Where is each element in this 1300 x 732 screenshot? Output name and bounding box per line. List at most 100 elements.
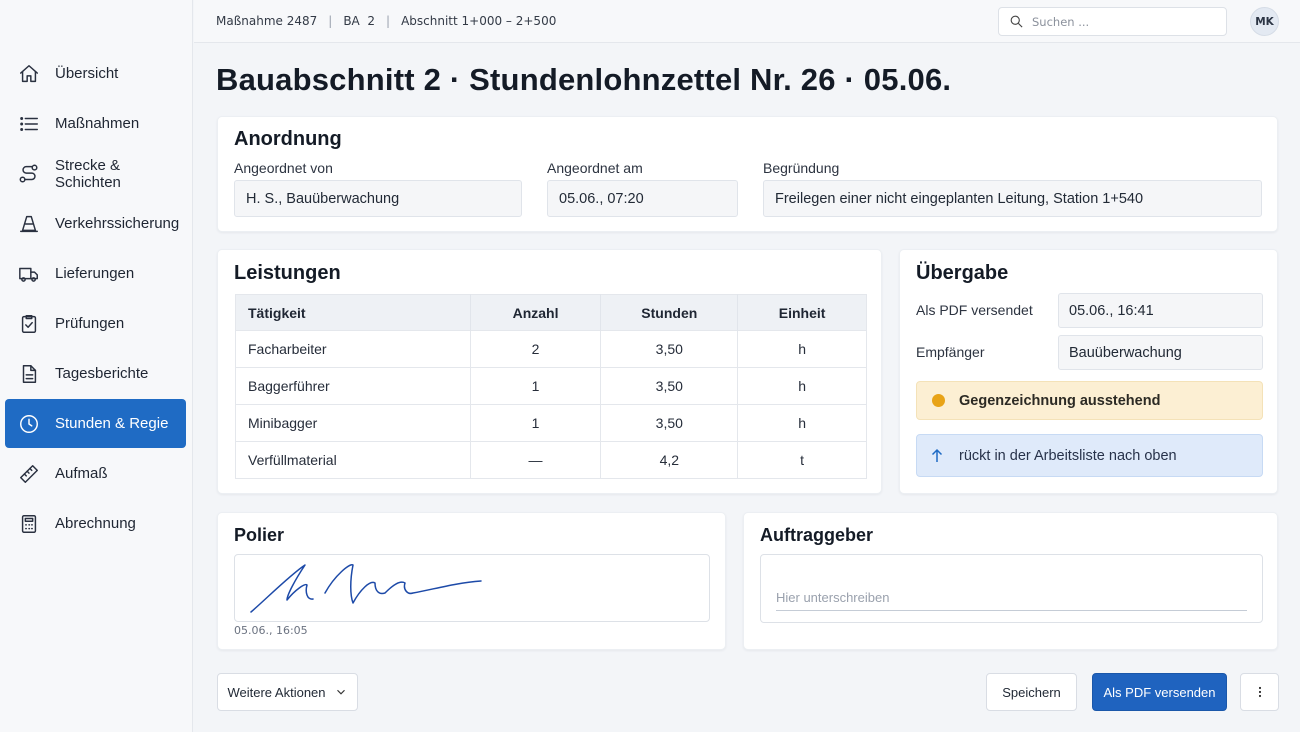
page-title: Bauabschnitt 2 · Stundenlohnzettel Nr. 2… <box>216 62 952 97</box>
leistungen-card: Leistungen Tätigkeit Anzahl Stunden Einh… <box>217 249 882 494</box>
chevron-down-icon <box>336 689 345 695</box>
table-cell: — <box>470 441 602 479</box>
breadcrumb-separator: | <box>386 14 391 28</box>
signature-image <box>250 564 482 613</box>
sidebar-item-verkehrssicherung[interactable]: Verkehrssicherung <box>5 199 186 248</box>
table-cell: t <box>737 441 867 479</box>
table-cell: Facharbeiter <box>235 330 471 368</box>
more-actions-button[interactable]: Weitere Aktionen <box>217 673 358 711</box>
breadcrumb-massnahme[interactable]: Maßnahme 2487 <box>216 14 317 28</box>
polier-card: Polier 05.06., 16:05 <box>217 512 726 650</box>
sidebar-item-stunden-regie[interactable]: Stunden & Regie <box>5 399 186 448</box>
angeordnet-von-label: Angeordnet von <box>234 160 333 176</box>
auftraggeber-card: Auftraggeber Hier unterschreiben <box>743 512 1278 650</box>
table-row[interactable]: Minibagger 1 3,50 h <box>235 404 867 442</box>
table-cell: 1 <box>470 404 602 442</box>
breadcrumb-abschnitt[interactable]: Abschnitt 1+000 – 2+500 <box>401 14 556 28</box>
table-header-row: Tätigkeit Anzahl Stunden Einheit <box>235 294 867 331</box>
angeordnet-am-label: Angeordnet am <box>547 160 643 176</box>
sidebar-item-label: Prüfungen <box>55 315 125 332</box>
sidebar-item-label: Maßnahmen <box>55 115 140 132</box>
table-cell: 4,2 <box>600 441 739 479</box>
table-cell: Baggerführer <box>235 367 471 405</box>
table-cell: 1 <box>470 367 602 405</box>
leistungen-table: Tätigkeit Anzahl Stunden Einheit Facharb… <box>235 294 867 479</box>
overflow-menu-button[interactable] <box>1240 673 1279 711</box>
signature-line <box>776 610 1247 611</box>
table-cell: Minibagger <box>235 404 471 442</box>
save-button[interactable]: Speichern <box>986 673 1077 711</box>
sidebar-item-label: Aufmaß <box>55 465 108 482</box>
table-cell: 3,50 <box>600 367 739 405</box>
traffic-cone-icon <box>18 213 40 235</box>
column-header-einheit[interactable]: Einheit <box>737 294 867 331</box>
status-badge-gegenzeichnung: Gegenzeichnung ausstehend <box>916 381 1263 420</box>
angeordnet-am-field[interactable]: 05.06., 07:20 <box>547 180 738 217</box>
angeordnet-von-field[interactable]: H. S., Bauüberwachung <box>234 180 522 217</box>
column-header-anzahl[interactable]: Anzahl <box>470 294 602 331</box>
send-pdf-button[interactable]: Als PDF versenden <box>1092 673 1227 711</box>
clock-icon <box>18 413 40 435</box>
sidebar-item-label: Verkehrssicherung <box>55 215 180 232</box>
clipboard-check-icon <box>18 313 40 335</box>
breadcrumb-ba[interactable]: BA 2 <box>343 14 375 28</box>
ruler-icon <box>18 463 40 485</box>
anordnung-title: Anordnung <box>234 128 342 150</box>
sidebar-item-label: Lieferungen <box>55 265 135 282</box>
table-cell: h <box>737 367 867 405</box>
leistungen-title: Leistungen <box>234 262 341 284</box>
status-warn-text: Gegenzeichnung ausstehend <box>959 392 1161 409</box>
table-row[interactable]: Baggerführer 1 3,50 h <box>235 367 867 405</box>
more-actions-label: Weitere Aktionen <box>227 684 326 700</box>
auftraggeber-signature-field[interactable]: Hier unterschreiben <box>760 554 1263 623</box>
document-icon <box>18 363 40 385</box>
empfaenger-label: Empfänger <box>916 344 985 360</box>
table-cell: h <box>737 330 867 368</box>
table-cell: 3,50 <box>600 330 739 368</box>
status-info-text: rückt in der Arbeitsliste nach oben <box>959 447 1177 464</box>
list-icon <box>18 113 40 135</box>
sidebar-item-uebersicht[interactable]: Übersicht <box>5 49 186 98</box>
column-header-taetigkeit[interactable]: Tätigkeit <box>235 294 471 331</box>
table-row[interactable]: Verfüllmaterial — 4,2 t <box>235 441 867 479</box>
calculator-icon <box>18 513 40 535</box>
topbar: Maßnahme 2487 | BA 2 | Abschnitt 1+000 –… <box>194 0 1300 43</box>
sidebar-item-abrechnung[interactable]: Abrechnung <box>5 499 186 548</box>
signature-placeholder: Hier unterschreiben <box>776 590 890 605</box>
sidebar-item-label: Übersicht <box>55 65 119 82</box>
more-vertical-icon <box>1258 686 1261 698</box>
table-cell: h <box>737 404 867 442</box>
column-header-stunden[interactable]: Stunden <box>600 294 739 331</box>
polier-title: Polier <box>234 525 285 545</box>
polier-signature-field[interactable] <box>234 554 710 622</box>
sidebar-item-strecke[interactable]: Strecke & Schichten <box>5 149 186 198</box>
sidebar-item-label: Abrechnung <box>55 515 136 532</box>
home-icon <box>18 63 40 85</box>
auftraggeber-title: Auftraggeber <box>760 525 874 545</box>
empfaenger-field[interactable]: Bauüberwachung <box>1058 335 1263 370</box>
pdf-versendet-field[interactable]: 05.06., 16:41 <box>1058 293 1263 328</box>
sidebar-item-label: Strecke & Schichten <box>55 156 121 191</box>
uebergabe-title: Übergabe <box>916 262 1009 284</box>
search-input[interactable] <box>1032 14 1212 29</box>
sidebar-item-label: Stunden & Regie <box>55 415 169 432</box>
sidebar-item-tagesberichte[interactable]: Tagesberichte <box>5 349 186 398</box>
warning-dot-icon <box>932 394 945 407</box>
begruendung-field[interactable]: Freilegen einer nicht eingeplanten Leitu… <box>763 180 1262 217</box>
sidebar-item-pruefungen[interactable]: Prüfungen <box>5 299 186 348</box>
sidebar-item-massnahmen[interactable]: Maßnahmen <box>5 99 186 148</box>
search-icon <box>1010 15 1023 28</box>
sidebar: Übersicht Maßnahmen Strecke & Schichten … <box>0 0 193 732</box>
polier-signature-timestamp: 05.06., 16:05 <box>234 624 308 637</box>
search-box[interactable] <box>998 7 1227 36</box>
truck-icon <box>18 263 40 285</box>
table-row[interactable]: Facharbeiter 2 3,50 h <box>235 330 867 368</box>
route-icon <box>18 163 40 185</box>
sidebar-item-label: Tagesberichte <box>55 365 149 382</box>
avatar[interactable]: MK <box>1250 7 1279 36</box>
sidebar-item-lieferungen[interactable]: Lieferungen <box>5 249 186 298</box>
breadcrumb-separator: | <box>328 14 333 28</box>
anordnung-card: Anordnung Angeordnet von H. S., Bauüberw… <box>217 116 1278 232</box>
table-cell: 3,50 <box>600 404 739 442</box>
sidebar-item-aufmass[interactable]: Aufmaß <box>5 449 186 498</box>
